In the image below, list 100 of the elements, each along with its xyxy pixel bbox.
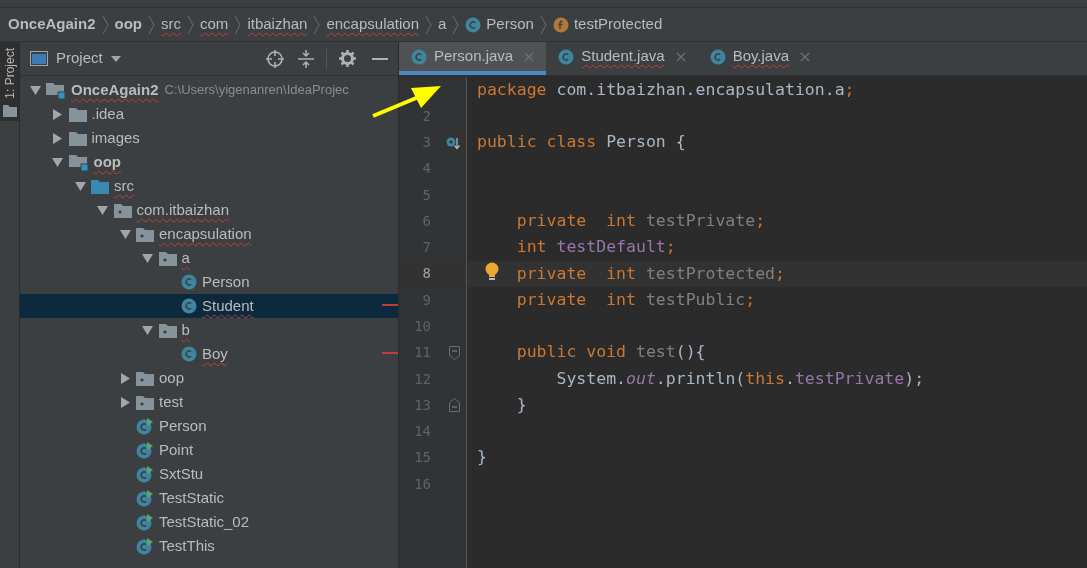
- tree-item[interactable]: TestThis: [20, 534, 398, 558]
- breadcrumb-item[interactable]: itbaizhan: [247, 13, 308, 36]
- breadcrumb-item[interactable]: src: [161, 13, 182, 36]
- tree-item[interactable]: images: [20, 126, 398, 150]
- package-folder-icon: [113, 202, 132, 218]
- tree-item[interactable]: test: [20, 390, 398, 414]
- fold-marker-icon[interactable]: [449, 398, 460, 413]
- item-label: Point: [159, 439, 194, 460]
- breadcrumb-item[interactable]: com: [200, 13, 229, 36]
- item-label: Student: [202, 295, 254, 316]
- tree-item[interactable]: Person: [20, 414, 398, 438]
- item-label: oop: [93, 151, 121, 172]
- expanded-arrow-icon[interactable]: [52, 156, 63, 168]
- collapse-all-icon[interactable]: [298, 49, 314, 68]
- breadcrumb-item[interactable]: OnceAgain2: [8, 13, 96, 36]
- expanded-arrow-icon[interactable]: [29, 84, 41, 96]
- package-folder-icon: [136, 226, 154, 242]
- editor-tab[interactable]: Person.java: [399, 42, 547, 75]
- package-folder-icon: [158, 250, 177, 266]
- editor-tab[interactable]: Student.java: [546, 42, 698, 75]
- folder-icon: [91, 178, 109, 194]
- item-label: OnceAgain2: [71, 79, 159, 100]
- collapsed-arrow-icon[interactable]: [119, 396, 131, 408]
- folder-icon: [2, 104, 17, 117]
- package-folder-icon: [136, 394, 154, 410]
- line-number: 8: [421, 264, 431, 284]
- expanded-arrow-icon[interactable]: [142, 324, 153, 336]
- runnable-class-icon: [136, 417, 154, 435]
- tree-item[interactable]: TestStatic: [20, 486, 398, 510]
- collapsed-arrow-icon[interactable]: [52, 132, 63, 144]
- tree-item[interactable]: Point: [20, 438, 398, 462]
- item-label: TestStatic_02: [159, 511, 250, 532]
- field-icon: [552, 16, 569, 33]
- item-label: com.itbaizhan: [136, 199, 230, 220]
- item-label: TestThis: [159, 535, 215, 556]
- item-label: .idea: [91, 103, 125, 124]
- tree-item[interactable]: .idea: [20, 102, 398, 126]
- class-icon: [465, 16, 482, 33]
- tree-item[interactable]: b: [20, 318, 398, 342]
- item-label: b: [181, 319, 190, 340]
- expanded-arrow-icon[interactable]: [119, 228, 131, 240]
- tree-item[interactable]: oop: [20, 366, 398, 390]
- chevron-icon: [101, 14, 109, 35]
- expanded-arrow-icon[interactable]: [97, 204, 108, 216]
- class-icon: [558, 48, 575, 65]
- dropdown-caret-icon[interactable]: [110, 55, 121, 62]
- chevron-icon: [452, 14, 460, 35]
- module-folder-icon: [68, 153, 89, 171]
- breadcrumb-item[interactable]: testProtected: [573, 13, 663, 36]
- tree-item[interactable]: a: [20, 246, 398, 270]
- expanded-arrow-icon[interactable]: [142, 252, 153, 264]
- collapsed-arrow-icon[interactable]: [119, 372, 131, 384]
- folder-icon: [68, 106, 87, 122]
- expanded-arrow-icon[interactable]: [74, 180, 86, 192]
- class-icon: [181, 298, 197, 314]
- lightbulb-icon[interactable]: [485, 261, 499, 282]
- item-label: src: [114, 175, 134, 196]
- chevron-icon: [234, 14, 242, 35]
- tree-item[interactable]: oop: [20, 150, 398, 174]
- runnable-class-icon: [136, 465, 154, 483]
- class-icon: [181, 346, 197, 362]
- package-folder-icon: [158, 322, 177, 338]
- panel-title[interactable]: Project: [56, 47, 103, 70]
- item-label: Person: [202, 271, 250, 292]
- runnable-class-icon: [136, 513, 154, 531]
- implemented-marker-icon[interactable]: [446, 135, 460, 150]
- module-folder-icon: [46, 81, 66, 99]
- chevron-icon: [148, 14, 156, 35]
- chevron-icon: [187, 14, 195, 35]
- tree-item[interactable]: Boy: [20, 342, 398, 366]
- tree-item[interactable]: TestStatic_02: [20, 510, 398, 534]
- tree-item[interactable]: src: [20, 174, 398, 198]
- project-path: C:\Users\yigenanren\IdeaProjec: [164, 81, 349, 100]
- class-icon: [709, 48, 726, 65]
- project-tool-tab[interactable]: 1: Project: [0, 42, 19, 121]
- item-label: a: [181, 247, 190, 268]
- tree-item[interactable]: SxtStu: [20, 462, 398, 486]
- fold-marker-icon[interactable]: [449, 345, 460, 360]
- breadcrumb-item[interactable]: a: [438, 13, 447, 36]
- chevron-icon: [539, 14, 547, 35]
- tree-item[interactable]: OnceAgain2 C:\Users\yigenanren\IdeaProjec: [20, 78, 398, 102]
- project-window-icon: [30, 51, 48, 66]
- item-label: Person: [159, 415, 207, 436]
- settings-icon[interactable]: [339, 50, 356, 67]
- folder-icon: [68, 130, 87, 146]
- item-label: test: [159, 391, 184, 412]
- chevron-icon: [313, 14, 321, 35]
- editor-tab[interactable]: Boy.java: [697, 42, 823, 75]
- breadcrumb-item[interactable]: encapsulation: [326, 13, 419, 36]
- locate-icon[interactable]: [266, 49, 284, 68]
- breadcrumb-item[interactable]: Person: [486, 13, 534, 36]
- tree-item[interactable]: com.itbaizhan: [20, 198, 398, 222]
- tree-item[interactable]: Person: [20, 270, 398, 294]
- breadcrumb-item[interactable]: oop: [114, 13, 143, 36]
- tree-item[interactable]: encapsulation: [20, 222, 398, 246]
- class-icon: [181, 274, 197, 290]
- tree-item[interactable]: Student: [20, 294, 398, 318]
- item-label: SxtStu: [159, 463, 204, 484]
- item-label: TestStatic: [159, 487, 225, 508]
- collapsed-arrow-icon[interactable]: [52, 108, 63, 120]
